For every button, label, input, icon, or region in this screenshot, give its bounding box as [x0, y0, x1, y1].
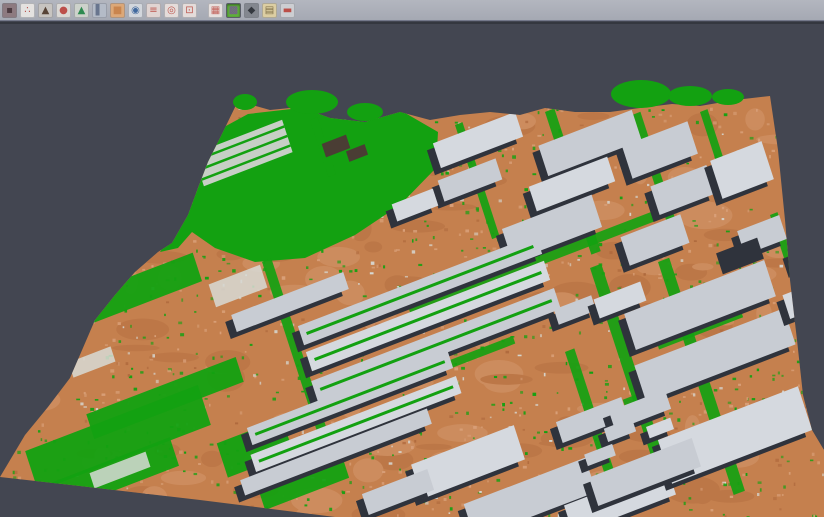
hillshade-icon[interactable]: ▲: [38, 3, 53, 18]
bare-ground-patch: [34, 314, 91, 351]
extent-icon[interactable]: ⊡: [182, 3, 197, 18]
scene-svg: [0, 24, 824, 517]
flag-icon[interactable]: ▬: [280, 3, 295, 18]
point-cloud-icon[interactable]: ∴: [20, 3, 35, 18]
target-icon[interactable]: ◎: [164, 3, 179, 18]
building-roof: [789, 239, 824, 271]
mesh-icon[interactable]: ◆: [244, 3, 259, 18]
profile-point-icon[interactable]: ●: [56, 3, 71, 18]
window-icon[interactable]: ▪: [2, 3, 17, 18]
classification-icon[interactable]: ▩: [226, 3, 241, 18]
building-wall: [783, 246, 822, 278]
table-icon[interactable]: ▤: [262, 3, 277, 18]
tree-canopy: [286, 90, 338, 114]
tree-canopy: [712, 89, 744, 105]
tree-canopy: [668, 86, 712, 106]
tree-canopy: [233, 94, 257, 110]
ruler-icon[interactable]: ▌: [92, 3, 107, 18]
globe-icon[interactable]: ◉: [128, 3, 143, 18]
tree-canopy: [611, 80, 671, 108]
layer-list-icon[interactable]: ≡: [146, 3, 161, 18]
ortho-image-icon[interactable]: ■: [110, 3, 125, 18]
3d-viewport[interactable]: [0, 24, 824, 517]
main-toolbar: ▪∴▲●▲▌■◉≡◎⊡▦▩◆▤▬: [0, 0, 824, 21]
tree-canopy: [347, 103, 383, 121]
grid-icon[interactable]: ▦: [208, 3, 223, 18]
terrain-icon[interactable]: ▲: [74, 3, 89, 18]
